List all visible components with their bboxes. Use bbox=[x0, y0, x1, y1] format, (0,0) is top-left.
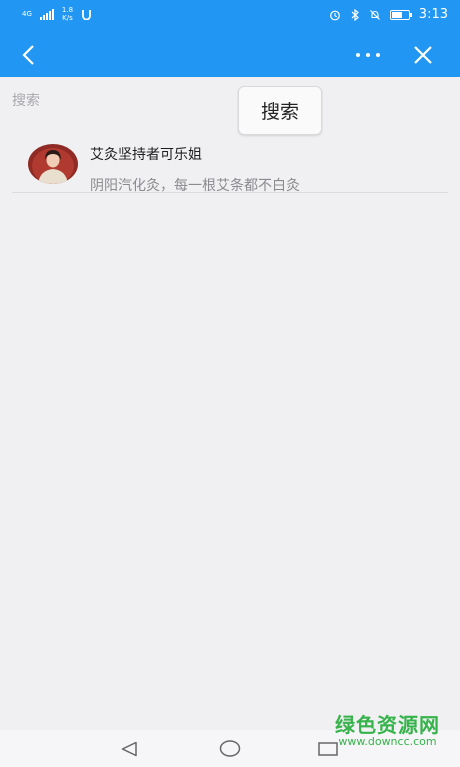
result-subtitle: 阴阳汽化灸，每一根艾条都不白灸 bbox=[90, 178, 300, 194]
bluetooth-icon bbox=[351, 8, 359, 21]
avatar-image bbox=[28, 144, 78, 184]
result-title: 艾灸坚持者可乐姐 bbox=[90, 147, 202, 163]
search-input[interactable]: 搜索 bbox=[12, 90, 40, 110]
network-speed: 1.8 K/s bbox=[62, 6, 73, 22]
more-button[interactable] bbox=[348, 32, 388, 77]
list-item[interactable]: 艾灸坚持者可乐姐 阴阳汽化灸，每一根艾条都不白灸 bbox=[12, 134, 448, 194]
network-speed-value: 1.8 bbox=[61, 6, 74, 14]
chevron-left-icon bbox=[22, 44, 34, 65]
signal-icon bbox=[39, 8, 54, 20]
mute-icon bbox=[369, 9, 380, 20]
watermark-text: 绿色资源网 bbox=[335, 713, 440, 737]
battery-icon bbox=[389, 9, 412, 20]
nav-home-icon[interactable] bbox=[219, 740, 241, 757]
nav-bar bbox=[0, 32, 460, 77]
watermark: 绿色资源网 www.downcc.com bbox=[335, 714, 440, 748]
watermark-url: www.downcc.com bbox=[338, 735, 437, 748]
nav-back-icon[interactable] bbox=[120, 741, 138, 757]
avatar bbox=[28, 144, 78, 184]
status-bar: 4G 1.8 K/s 3:13 bbox=[0, 0, 460, 32]
back-button[interactable] bbox=[10, 32, 46, 77]
close-button[interactable] bbox=[404, 32, 442, 77]
app-notification-icon bbox=[82, 9, 91, 20]
more-dots-icon bbox=[356, 52, 380, 57]
close-icon bbox=[414, 45, 432, 64]
status-left: 4G 1.8 K/s bbox=[22, 6, 92, 22]
search-button[interactable]: 搜索 bbox=[238, 86, 322, 135]
status-time: 3:13 bbox=[418, 7, 448, 22]
network-type: 4G bbox=[22, 10, 32, 18]
status-right: 3:13 bbox=[329, 7, 448, 22]
network-speed-unit: K/s bbox=[62, 14, 73, 22]
alarm-icon bbox=[329, 10, 340, 20]
